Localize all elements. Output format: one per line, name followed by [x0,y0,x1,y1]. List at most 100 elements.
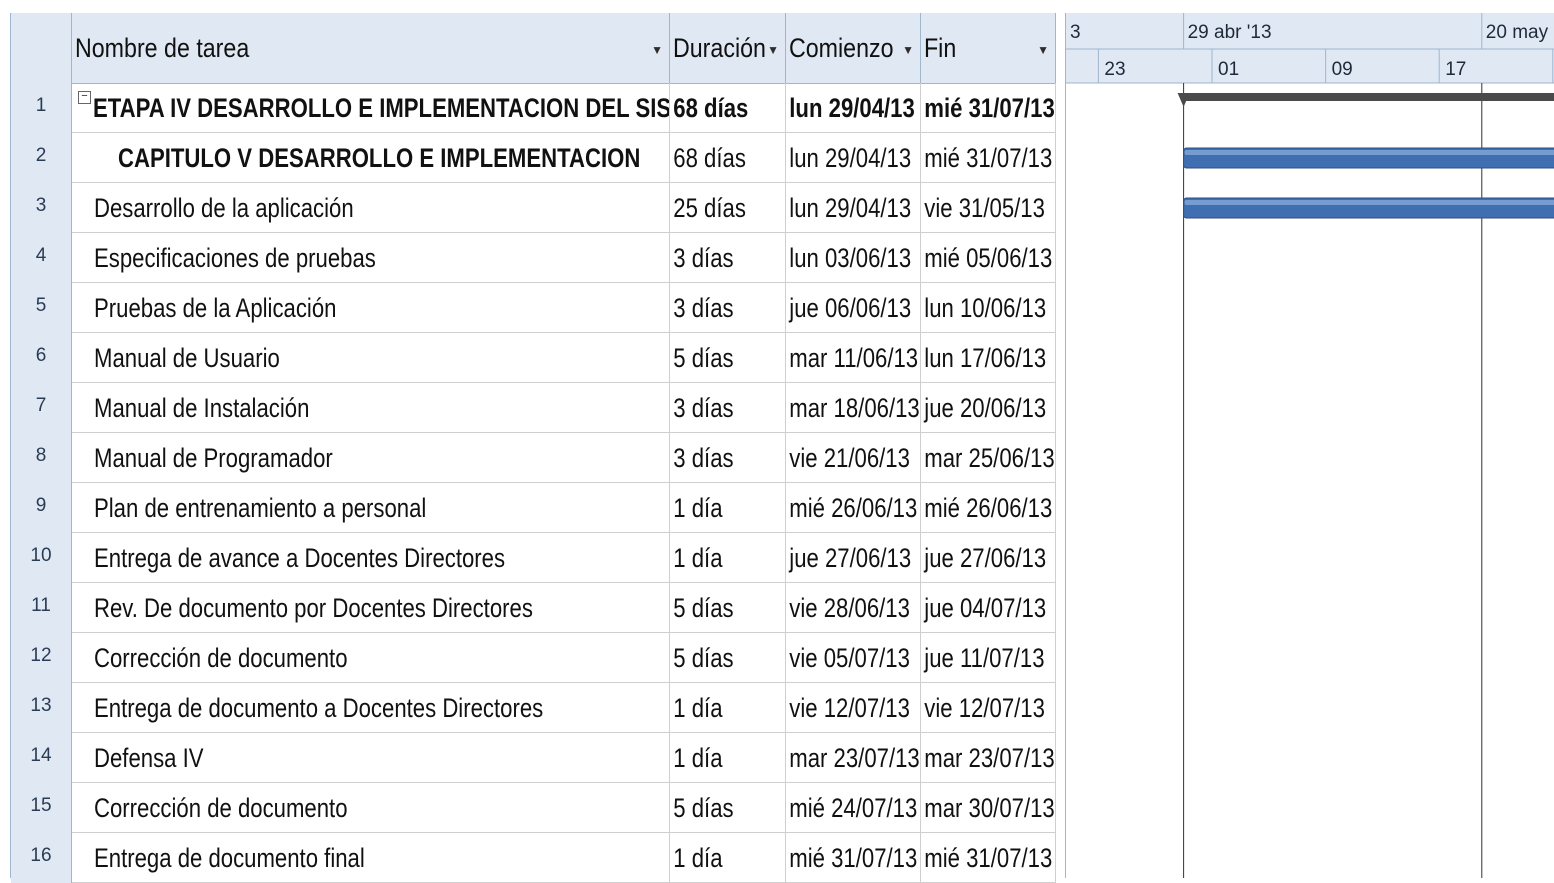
task-start-cell[interactable]: mar 23/07/13 [786,733,921,783]
task-end-cell[interactable]: jue 27/06/13 [921,533,1056,583]
task-duration-cell[interactable]: 25 días [670,183,786,233]
row-id[interactable]: 10 [11,533,72,583]
task-name-cell[interactable]: Rev. De documento por Docentes Directore… [72,583,670,633]
task-start-cell[interactable]: mié 24/07/13 [786,783,921,833]
row-id[interactable]: 3 [11,183,72,233]
task-duration-cell[interactable]: 1 día [670,533,786,583]
task-row[interactable]: 8 Manual de Programador 3 días vie 21/06/13… [11,433,1056,483]
task-end-cell[interactable]: jue 11/07/13 [921,633,1056,683]
task-end-cell[interactable]: jue 04/07/13 [921,583,1056,633]
task-duration-cell[interactable]: 1 día [670,483,786,533]
task-row[interactable]: 10 Entrega de avance a Docentes Directore… [11,533,1056,583]
row-id[interactable]: 4 [11,233,72,283]
task-duration-cell[interactable]: 1 día [670,833,786,883]
task-row[interactable]: 1− ETAPA IV DESARROLLO E IMPLEMENTACION D… [11,83,1056,133]
row-id[interactable]: 8 [11,433,72,483]
task-name-cell[interactable]: Manual de Instalación [72,383,670,433]
task-name-cell[interactable]: Desarrollo de la aplicación [72,183,670,233]
task-name-cell[interactable]: − ETAPA IV DESARROLLO E IMPLEMENTACION DE… [72,83,670,133]
task-name-cell[interactable]: Corrección de documento [72,783,670,833]
row-id[interactable]: 2 [11,133,72,183]
task-end-cell[interactable]: vie 31/05/13 [921,183,1056,233]
task-duration-cell[interactable]: 5 días [670,333,786,383]
task-name-cell[interactable]: Manual de Programador [72,433,670,483]
task-start-cell[interactable]: vie 28/06/13 [786,583,921,633]
task-row[interactable]: 5 Pruebas de la Aplicación 3 días jue 06/06… [11,283,1056,333]
task-row[interactable]: 7 Manual de Instalación 3 días mar 18/06/13… [11,383,1056,433]
task-name-cell[interactable]: Entrega de documento final [72,833,670,883]
task-start-cell[interactable]: lun 29/04/13 [786,183,921,233]
task-start-cell[interactable]: vie 12/07/13 [786,683,921,733]
column-header-end[interactable]: Fin ▼ [921,13,1056,83]
task-row[interactable]: 15 Corrección de documento 5 días mié 24/07… [11,783,1056,833]
task-start-cell[interactable]: lun 29/04/13 [786,83,921,133]
row-id[interactable]: 9 [11,483,72,533]
task-name-cell[interactable]: Defensa IV [72,733,670,783]
task-row[interactable]: 14 Defensa IV 1 día mar 23/07/13 mar 23/07/1… [11,733,1056,783]
task-name-cell[interactable]: Pruebas de la Aplicación [72,283,670,333]
task-row[interactable]: 16 Entrega de documento final 1 día mié 31/… [11,833,1056,883]
task-name-cell[interactable]: CAPITULO V DESARROLLO E IMPLEMENTACION [72,133,670,183]
task-duration-cell[interactable]: 3 días [670,233,786,283]
filter-dropdown-icon[interactable]: ▼ [767,43,779,57]
task-end-cell[interactable]: mié 05/06/13 [921,233,1056,283]
filter-dropdown-icon[interactable]: ▼ [651,43,663,57]
task-duration-cell[interactable]: 5 días [670,633,786,683]
task-start-cell[interactable]: lun 29/04/13 [786,133,921,183]
task-end-cell[interactable]: mar 25/06/13 [921,433,1056,483]
task-duration-cell[interactable]: 5 días [670,583,786,633]
task-start-cell[interactable]: mar 18/06/13 [786,383,921,433]
filter-dropdown-icon[interactable]: ▼ [902,43,914,57]
select-all-corner[interactable] [11,13,72,83]
task-name-cell[interactable]: Especificaciones de pruebas [72,233,670,283]
task-duration-cell[interactable]: 3 días [670,433,786,483]
task-start-cell[interactable]: lun 03/06/13 [786,233,921,283]
row-id[interactable]: 12 [11,633,72,683]
task-end-cell[interactable]: mié 31/07/13 [921,83,1056,133]
row-id[interactable]: 14 [11,733,72,783]
task-row[interactable]: 13 Entrega de documento a Docentes Direct… [11,683,1056,733]
column-header-start[interactable]: Comienzo ▼ [786,13,921,83]
task-row[interactable]: 11 Rev. De documento por Docentes Directo… [11,583,1056,633]
task-end-cell[interactable]: vie 12/07/13 [921,683,1056,733]
task-end-cell[interactable]: lun 10/06/13 [921,283,1056,333]
task-name-cell[interactable]: Corrección de documento [72,633,670,683]
task-row[interactable]: 4 Especificaciones de pruebas 3 días lun 03… [11,233,1056,283]
task-end-cell[interactable]: mié 26/06/13 [921,483,1056,533]
task-row[interactable]: 6 Manual de Usuario 5 días mar 11/06/13 lun … [11,333,1056,383]
task-start-cell[interactable]: vie 05/07/13 [786,633,921,683]
task-end-cell[interactable]: mar 30/07/13 [921,783,1056,833]
task-end-cell[interactable]: mar 23/07/13 [921,733,1056,783]
collapse-icon[interactable]: − [78,91,91,104]
task-duration-cell[interactable]: 3 días [670,283,786,333]
task-row[interactable]: 12 Corrección de documento 5 días vie 05/07… [11,633,1056,683]
row-id[interactable]: 5 [11,283,72,333]
row-id[interactable]: 6 [11,333,72,383]
task-start-cell[interactable]: mié 26/06/13 [786,483,921,533]
task-duration-cell[interactable]: 68 días [670,83,786,133]
task-start-cell[interactable]: mar 11/06/13 [786,333,921,383]
task-end-cell[interactable]: lun 17/06/13 [921,333,1056,383]
row-id[interactable]: 13 [11,683,72,733]
row-id[interactable]: 7 [11,383,72,433]
task-duration-cell[interactable]: 68 días [670,133,786,183]
task-duration-cell[interactable]: 1 día [670,733,786,783]
column-header-duration[interactable]: Duración ▼ [670,13,786,83]
task-start-cell[interactable]: jue 06/06/13 [786,283,921,333]
task-end-cell[interactable]: jue 20/06/13 [921,383,1056,433]
task-duration-cell[interactable]: 5 días [670,783,786,833]
task-row[interactable]: 9 Plan de entrenamiento a personal 1 día mi… [11,483,1056,533]
row-id[interactable]: 15 [11,783,72,833]
row-id[interactable]: 11 [11,583,72,633]
task-name-cell[interactable]: Manual de Usuario [72,333,670,383]
task-name-cell[interactable]: Entrega de avance a Docentes Directores [72,533,670,583]
task-row[interactable]: 2 CAPITULO V DESARROLLO E IMPLEMENTACION 6… [11,133,1056,183]
task-duration-cell[interactable]: 1 día [670,683,786,733]
task-start-cell[interactable]: vie 21/06/13 [786,433,921,483]
task-end-cell[interactable]: mié 31/07/13 [921,833,1056,883]
task-start-cell[interactable]: mié 31/07/13 [786,833,921,883]
task-name-cell[interactable]: Entrega de documento a Docentes Director… [72,683,670,733]
task-start-cell[interactable]: jue 27/06/13 [786,533,921,583]
task-duration-cell[interactable]: 3 días [670,383,786,433]
row-id[interactable]: 1 [11,83,72,133]
